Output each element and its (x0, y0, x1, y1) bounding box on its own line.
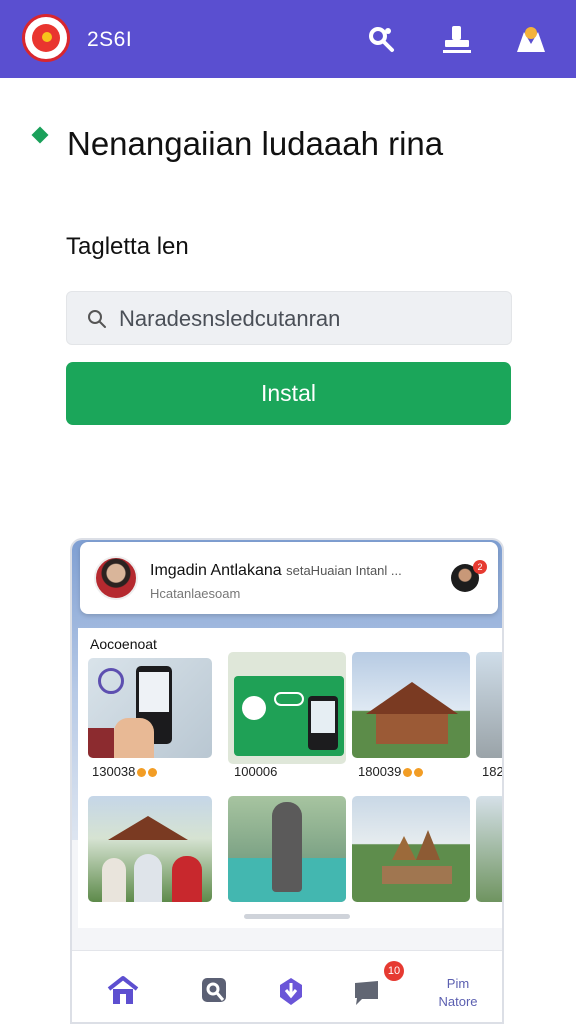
carousel-scrollbar[interactable] (244, 914, 350, 919)
nav-text-line-2: Natore (438, 994, 478, 1009)
tile-app-green-screen (311, 701, 335, 733)
preview-card-title-row: Imgadin Antlakana setaHuaian Intanl ... (150, 562, 402, 580)
tile-temple-spire-left (392, 836, 416, 860)
page-title: Nenangaiian ludaaah rina (67, 125, 444, 162)
tile-app-green-pill (274, 692, 304, 706)
preview-card-title-extra: setaHuaian Intanl ... (286, 563, 402, 578)
page-subtitle: Tagletta len (66, 233, 189, 260)
logo-sun (42, 32, 52, 42)
search-icon (88, 310, 106, 328)
tile-price-value: 180039 (358, 764, 402, 779)
chat-icon[interactable] (352, 975, 386, 1007)
preview-card-subtitle: Hcatanlaesoam (150, 586, 241, 601)
preview-notification-badge: 2 (473, 560, 487, 574)
tile-people-group (88, 796, 212, 902)
tile-app-green-avatar (242, 696, 266, 720)
logo-inner (32, 24, 60, 52)
tile-temple-base (382, 866, 452, 884)
tile-app-green-device (308, 696, 338, 750)
search-bar[interactable] (66, 291, 512, 345)
tile-people-group-person-2 (134, 854, 162, 902)
app-preview-screenshot: Imgadin Antlakana setaHuaian Intanl ... … (70, 538, 504, 1024)
tile-traditional-house (352, 652, 470, 758)
nav-text[interactable]: Pim Natore (436, 975, 480, 1011)
top-bar: 2S6I (0, 0, 576, 78)
tile-price: 130038 (92, 764, 158, 779)
tile-phone-hand-palm (114, 718, 154, 758)
preview-section-label: Aocoenoat (90, 636, 157, 652)
tile-partial (476, 796, 502, 902)
nav-text-line-1: Pim (446, 976, 470, 991)
home-icon[interactable] (106, 975, 140, 1007)
tile-traditional-house-roof (366, 682, 458, 714)
tile-app-green (228, 652, 346, 764)
coin-icon (403, 768, 413, 778)
tile-price: 180039 (358, 764, 424, 779)
preview-header-card: Imgadin Antlakana setaHuaian Intanl ... … (80, 542, 498, 614)
tile-people-group-roof (108, 816, 188, 840)
stamp-icon[interactable] (440, 22, 474, 56)
tile-people-group-person-1 (102, 858, 126, 902)
search-input[interactable] (119, 306, 499, 332)
tile-partial (476, 652, 502, 758)
tile-temple-spire-right (416, 830, 440, 860)
preview-content-grid: Aocoenoat 130038 100006 180039 182 (78, 628, 504, 928)
tile-statue-figure (272, 802, 302, 892)
tile-phone-hand (88, 658, 212, 758)
tile-people-group-person-3 (172, 856, 202, 902)
tools-icon[interactable] (364, 22, 398, 56)
preview-card-title: Imgadin Antlakana (150, 562, 282, 579)
coin-icon (148, 768, 158, 778)
nav-notification-badge: 10 (384, 961, 404, 981)
coin-icon (414, 768, 424, 778)
tile-statue (228, 796, 346, 902)
preview-bottom-nav: 10 Pim Natore (72, 950, 502, 1022)
search-tool-icon[interactable] (198, 975, 232, 1007)
app-code: 2S6I (87, 28, 133, 51)
tile-price: 182 (482, 764, 504, 779)
logo-emblem-icon[interactable] (22, 14, 70, 62)
tile-temple (352, 796, 470, 902)
tile-phone-hand-sleeve (88, 728, 114, 758)
title-bullet-icon (31, 126, 49, 144)
coin-icon (137, 768, 147, 778)
tile-price-value: 130038 (92, 764, 136, 779)
tile-phone-hand-screen (139, 672, 169, 712)
tile-traditional-house-wall (376, 714, 448, 744)
tile-price: 100006 (234, 764, 278, 779)
download-icon[interactable] (274, 975, 308, 1007)
install-button[interactable]: Instal (66, 362, 511, 425)
preview-avatar (94, 556, 138, 600)
tile-phone-hand-circle (98, 668, 124, 694)
profile-icon[interactable] (514, 22, 548, 56)
